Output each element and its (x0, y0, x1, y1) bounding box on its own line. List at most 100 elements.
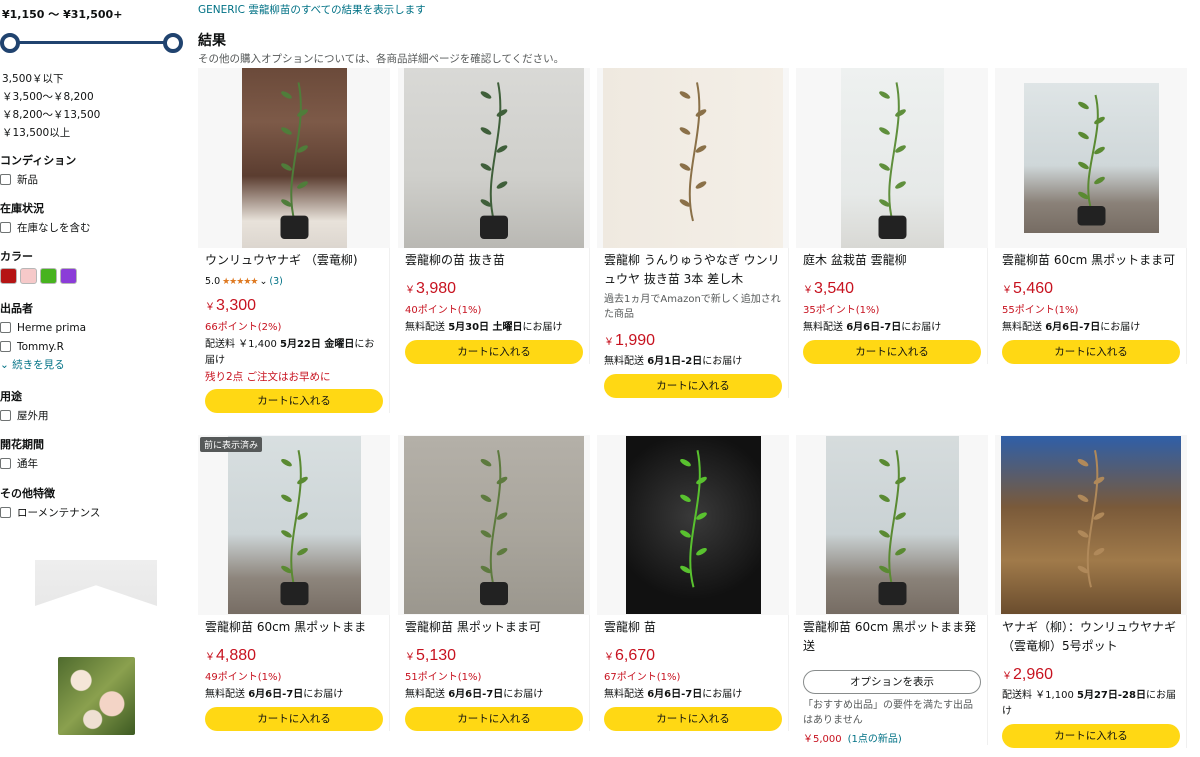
see-options-button[interactable]: オプションを表示 (803, 670, 981, 694)
filter-checkbox-outdoor[interactable]: 屋外用 (0, 406, 49, 425)
color-swatch[interactable] (60, 268, 77, 284)
product-title[interactable]: 雲龍柳 苗 (604, 618, 781, 637)
add-to-cart-button[interactable]: カートに入れる (604, 707, 782, 731)
product-photo (625, 436, 761, 614)
product-image[interactable] (398, 68, 590, 248)
price-slider[interactable] (0, 32, 184, 54)
star-rating-icon[interactable]: ★★★★★ (222, 277, 258, 287)
product-title[interactable]: 雲龍柳苗 60cm 黒ポットまま可 (1002, 251, 1179, 270)
add-to-cart-button[interactable]: カートに入れる (803, 340, 981, 364)
checkbox-icon[interactable] (0, 222, 11, 233)
add-to-cart-button[interactable]: カートに入れる (405, 340, 583, 364)
product-card[interactable]: 雲龍柳苗 60cm 黒ポットまま発送オプションを表示 「おすすめ出品」の要件を満た… (796, 435, 988, 745)
product-image[interactable] (597, 68, 789, 248)
price-slider-track (10, 41, 174, 44)
price-slider-max-handle[interactable] (163, 33, 183, 53)
product-price[interactable]: ￥4,880 (205, 647, 382, 665)
see-more-link[interactable]: ⌄ 続きを見る (0, 356, 86, 374)
product-image[interactable] (796, 435, 988, 615)
product-price[interactable]: ￥3,300 (205, 297, 382, 315)
product-price[interactable]: ￥3,980 (405, 280, 582, 298)
product-title[interactable]: 庭木 盆栽苗 雲龍柳 (803, 251, 980, 270)
delivery-info: 無料配送 6月6日-7日にお届け (604, 687, 781, 703)
price-value: 5,460 (1013, 280, 1054, 297)
product-image[interactable] (995, 435, 1187, 615)
product-card[interactable]: 前に表示済み 雲龍柳苗 60cm 黒ポットまま ￥4,880 49ポイント(1%) 無料… (198, 435, 390, 731)
product-card[interactable]: ウンリュウヤナギ （雲竜柳) 5.0 ★★★★★ ⌄ (3) ￥3,300 66ポイント(2… (198, 68, 390, 413)
plant-illustration (679, 450, 707, 588)
product-price[interactable]: ￥6,670 (604, 647, 781, 665)
recommended-offer-note: 「おすすめ出品」の要件を満たす出品はありません (803, 700, 973, 726)
product-image[interactable]: 前に表示済み (198, 435, 390, 615)
product-card[interactable]: 雲龍柳 うんりゅうやなぎ ウンリュウヤ 抜き苗 3本 差し木 過去1ヵ月でAmaz… (597, 68, 789, 398)
product-card[interactable]: 雲龍柳苗 黒ポットまま可 ￥5,130 51ポイント(1%) 無料配送 6月6日-7日… (398, 435, 590, 731)
points-earned: 55ポイント(1%) (1002, 305, 1079, 316)
product-card[interactable]: 雲龍柳 苗 ￥6,670 67ポイント(1%) 無料配送 6月6日-7日にお届け カート… (597, 435, 789, 731)
product-title[interactable]: 雲龍柳苗 60cm 黒ポットまま (205, 618, 382, 637)
product-image[interactable] (995, 68, 1187, 248)
product-card[interactable]: 庭木 盆栽苗 雲龍柳 ￥3,540 35ポイント(1%) 無料配送 6月6日-7日にお… (796, 68, 988, 364)
new-offers-link[interactable]: (1点の新品) (848, 734, 902, 745)
product-title[interactable]: 雲龍柳 うんりゅうやなぎ ウンリュウヤ 抜き苗 3本 差し木 (604, 251, 781, 289)
price-value: 1,990 (615, 332, 656, 349)
filter-checkbox-seller[interactable]: Tommy.R (0, 337, 86, 356)
price-option-link[interactable]: ￥13,500以上 (2, 124, 100, 142)
checkbox-icon[interactable] (0, 174, 11, 185)
price-slider-min-handle[interactable] (0, 33, 20, 53)
product-image[interactable] (198, 68, 390, 248)
add-to-cart-button[interactable]: カートに入れる (1002, 724, 1180, 748)
checkbox-icon[interactable] (0, 341, 11, 352)
filter-checkbox-year-round[interactable]: 通年 (0, 454, 44, 473)
price-option-link[interactable]: ￥8,200～￥13,500 (2, 106, 100, 124)
chevron-down-icon: ⌄ (0, 359, 9, 371)
color-swatch[interactable] (40, 268, 57, 284)
product-card[interactable]: 雲龍柳の苗 抜き苗 ￥3,980 40ポイント(1%) 無料配送 5月30日 土曜日に… (398, 68, 590, 364)
color-swatch[interactable] (0, 268, 17, 284)
color-swatch[interactable] (20, 268, 37, 284)
price-option-link[interactable]: ￥3,500～￥8,200 (2, 88, 100, 106)
add-to-cart-button[interactable]: カートに入れる (604, 374, 782, 398)
product-rating[interactable]: 5.0 ★★★★★ ⌄ (3) (205, 276, 382, 287)
delivery-info: 無料配送 6月6日-7日にお届け (1002, 320, 1179, 336)
review-count-link[interactable]: (3) (269, 276, 282, 287)
delivery-date: 6月6日-7日 (448, 689, 504, 700)
product-price[interactable]: ￥2,960 (1002, 666, 1179, 684)
product-price[interactable]: ￥3,540 (803, 280, 980, 298)
product-photo (1023, 83, 1159, 233)
product-card[interactable]: ヤナギ（柳）：ウンリュウヤナギ（雲竜柳）5号ポット ￥2,960 配送料 ￥1,10… (995, 435, 1187, 748)
product-title[interactable]: 雲龍柳の苗 抜き苗 (405, 251, 582, 270)
filter-checkbox-low-maintenance[interactable]: ローメンテナンス (0, 503, 100, 522)
filter-checkbox-seller[interactable]: Herme prima (0, 318, 86, 337)
product-price[interactable]: ￥1,990 (604, 332, 781, 350)
product-image[interactable] (796, 68, 988, 248)
product-title[interactable]: ヤナギ（柳）：ウンリュウヤナギ（雲竜柳）5号ポット (1002, 618, 1179, 656)
product-title[interactable]: 雲龍柳苗 60cm 黒ポットまま発送 (803, 618, 980, 656)
see-more-label: 続きを見る (12, 359, 65, 371)
plant-illustration (878, 82, 906, 239)
product-price[interactable]: ￥5,130 (405, 647, 582, 665)
chevron-down-icon[interactable]: ⌄ (259, 276, 267, 287)
filter-checkbox-out-of-stock[interactable]: 在庫なしを含む (0, 218, 91, 237)
checkbox-icon[interactable] (0, 410, 11, 421)
product-image[interactable] (398, 435, 590, 615)
product-image[interactable] (597, 435, 789, 615)
product-title[interactable]: 雲龍柳苗 黒ポットまま可 (405, 618, 582, 637)
add-to-cart-button[interactable]: カートに入れる (205, 389, 383, 413)
checkbox-icon[interactable] (0, 322, 11, 333)
checkbox-icon[interactable] (0, 507, 11, 518)
add-to-cart-button[interactable]: カートに入れる (205, 707, 383, 731)
results-scope-note[interactable]: GENERIC 雲龍柳苗のすべての結果を表示します (198, 2, 426, 17)
price-option-link[interactable]: 3,500￥以下 (2, 70, 100, 88)
ad-thumbnail-image[interactable] (58, 657, 135, 735)
add-to-cart-button[interactable]: カートに入れる (405, 707, 583, 731)
delivery-date: 5月27日-28日 (1077, 690, 1146, 701)
checkbox-icon[interactable] (0, 458, 11, 469)
add-to-cart-button[interactable]: カートに入れる (1002, 340, 1180, 364)
product-price[interactable]: ￥5,460 (1002, 280, 1179, 298)
product-title[interactable]: ウンリュウヤナギ （雲竜柳) (205, 251, 382, 270)
plant-illustration (280, 82, 308, 239)
product-card[interactable]: 雲龍柳苗 60cm 黒ポットまま可 ￥5,460 55ポイント(1%) 無料配送 6月… (995, 68, 1187, 364)
filter-bloom: 開花期間 通年 (0, 436, 44, 473)
viewed-badge: 前に表示済み (200, 437, 263, 452)
filter-checkbox-new[interactable]: 新品 (0, 170, 76, 189)
